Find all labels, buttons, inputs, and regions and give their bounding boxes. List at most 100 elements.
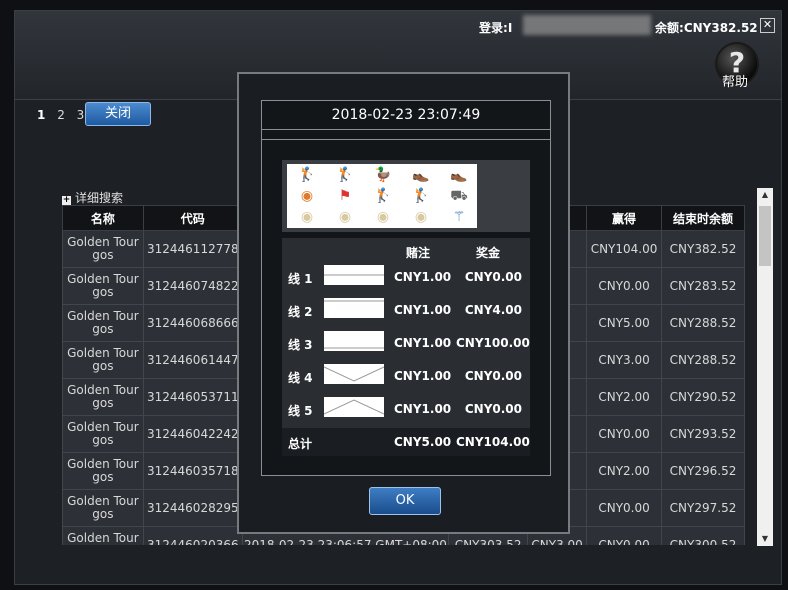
cell-end: CNY293.52 <box>661 415 745 453</box>
scroll-up-icon[interactable]: ▲ <box>757 188 773 202</box>
line-label: 线 1 <box>288 272 313 286</box>
spin-detail-panel: 2018-02-23 23:07:49 🏌 🏌 🦆 👞 👞 ◉ ⚑ 🏌 🏌 ⛟ ◉ ◉ ◉ ◉ ⚚ 赌注 奖… <box>261 100 551 476</box>
line-label: 线 2 <box>288 305 313 319</box>
col-header-end-balance[interactable]: 结束时余额 <box>661 205 745 231</box>
line-win: CNY100.00 <box>456 336 530 350</box>
tee-icon: 🏌 <box>336 167 354 183</box>
line-label: 线 3 <box>288 338 313 352</box>
win-header: 奖金 <box>476 246 501 260</box>
cell-code: 312446028295 <box>142 489 243 527</box>
scrollbar[interactable]: ▲ ▼ <box>757 188 773 546</box>
cell-name: Golden Tour gos <box>62 341 144 379</box>
ok-button[interactable]: OK <box>369 487 441 515</box>
cell-code: 312446112778 <box>142 230 243 268</box>
cell-end: CNY288.52 <box>661 341 745 379</box>
cell-code: 312446053711 <box>142 378 243 416</box>
scroll-down-icon[interactable]: ▼ <box>757 532 773 546</box>
balance-display: 余额:CNY382.52 <box>655 21 758 35</box>
plus-icon: + <box>62 195 71 205</box>
shoes-icon: 👞 <box>450 167 468 183</box>
cart-icon: ⛟ <box>450 188 468 204</box>
cell-win: CNY0.00 <box>586 267 663 305</box>
line-row: 线 5 CNY1.00 CNY0.00 <box>282 394 530 424</box>
cell-code: 312446068666 <box>142 304 243 342</box>
line-win: CNY4.00 <box>464 303 522 317</box>
cell-end: CNY382.52 <box>661 230 745 268</box>
col-header-code[interactable]: 代码 <box>142 205 243 231</box>
cell-win: CNY104.00 <box>586 230 663 268</box>
line-row: 线 4 CNY1.00 CNY0.00 <box>282 361 530 391</box>
cell-name: Golden Tour gos <box>62 452 144 490</box>
reel-result: 🏌 🏌 🦆 👞 👞 ◉ ⚑ 🏌 🏌 ⛟ ◉ ◉ ◉ ◉ ⚚ <box>282 160 530 232</box>
cell-name: Golden Tour gos <box>62 415 144 453</box>
tee-icon: 🏌 <box>374 188 392 204</box>
line-bet: CNY1.00 <box>394 369 452 383</box>
redacted-username <box>523 15 651 35</box>
cell-win: CNY0.00 <box>586 526 663 545</box>
reel-grid: 🏌 🏌 🦆 👞 👞 ◉ ⚑ 🏌 🏌 ⛟ ◉ ◉ ◉ ◉ ⚚ <box>287 164 477 228</box>
line-bet: CNY1.00 <box>394 303 452 317</box>
cell-win: CNY2.00 <box>586 452 663 490</box>
club-icon: ⚚ <box>452 209 466 225</box>
cell-end: CNY283.52 <box>661 267 745 305</box>
ball-icon: ◉ <box>300 188 314 204</box>
cell-name: Golden Tour gos <box>62 489 144 527</box>
cell-code: 312446035718 <box>142 452 243 490</box>
page-link-2[interactable]: 2 <box>57 108 67 122</box>
line-bet: CNY1.00 <box>394 402 452 416</box>
cell-code: 312446074822 <box>142 267 243 305</box>
divider <box>262 139 550 140</box>
line-win: CNY0.00 <box>464 270 522 284</box>
col-header-name[interactable]: 名称 <box>62 205 144 231</box>
cell-win: CNY3.00 <box>586 341 663 379</box>
ball-icon: ◉ <box>414 209 428 225</box>
cell-end: CNY288.52 <box>661 304 745 342</box>
line-row: 线 1 CNY1.00 CNY0.00 <box>282 262 530 292</box>
cell-win: CNY5.00 <box>586 304 663 342</box>
lines-table: 赌注 奖金 线 1 CNY1.00 CNY0.00 线 2 CNY1.00 CNY4.00… <box>282 238 530 456</box>
line-label: 线 5 <box>288 404 313 418</box>
close-button[interactable]: 关闭 <box>85 102 151 126</box>
cell-code: 312446042242 <box>142 415 243 453</box>
cell-name: Golden Tour gos <box>62 378 144 416</box>
total-label: 总计 <box>288 437 313 451</box>
total-win: CNY104.00 <box>456 435 530 449</box>
cell-end: CNY296.52 <box>661 452 745 490</box>
login-label: 登录:I <box>479 21 513 35</box>
line-row: 线 3 CNY1.00 CNY100.00 <box>282 328 530 358</box>
ball-icon: ◉ <box>376 209 390 225</box>
cell-end: CNY290.52 <box>661 378 745 416</box>
help-label[interactable]: 帮助 <box>722 71 748 90</box>
page-link-1[interactable]: 1 <box>37 108 47 122</box>
scroll-thumb[interactable] <box>759 206 771 266</box>
line-pattern <box>324 265 384 285</box>
line-bet: CNY1.00 <box>394 270 452 284</box>
total-bet: CNY5.00 <box>394 435 452 449</box>
spin-date: 2018-02-23 23:07:49 <box>262 101 550 130</box>
close-icon[interactable]: ✕ <box>760 18 775 33</box>
tee-icon: 🏌 <box>298 167 316 183</box>
duck-icon: 🦆 <box>374 167 392 183</box>
cell-win: CNY0.00 <box>586 415 663 453</box>
cell-code: 312446061447 <box>142 341 243 379</box>
cell-end: CNY297.52 <box>661 489 745 527</box>
line-pattern <box>324 331 384 351</box>
line-pattern <box>324 397 384 417</box>
cell-name: Golden Tour gos <box>62 526 144 545</box>
ball-icon: ◉ <box>300 209 314 225</box>
line-pattern <box>324 364 384 384</box>
bet-header: 赌注 <box>406 246 431 260</box>
advanced-search-toggle[interactable]: + 详细搜索 <box>62 189 123 206</box>
line-win: CNY0.00 <box>464 369 522 383</box>
line-bet: CNY1.00 <box>394 336 452 350</box>
spin-detail-modal: 2018-02-23 23:07:49 🏌 🏌 🦆 👞 👞 ◉ ⚑ 🏌 🏌 ⛟ ◉ ◉ ◉ ◉ ⚚ 赌注 奖… <box>237 72 570 534</box>
col-header-win[interactable]: 赢得 <box>586 205 663 231</box>
cell-win: CNY0.00 <box>586 489 663 527</box>
flag-icon: ⚑ <box>338 188 352 204</box>
pagination: 1 2 3 <box>37 108 90 122</box>
advanced-search-label: 详细搜索 <box>75 191 124 205</box>
cell-name: Golden Tour gos <box>62 267 144 305</box>
cell-code: 312446020366 <box>142 526 243 545</box>
line-win: CNY0.00 <box>464 402 522 416</box>
line-label: 线 4 <box>288 371 313 385</box>
